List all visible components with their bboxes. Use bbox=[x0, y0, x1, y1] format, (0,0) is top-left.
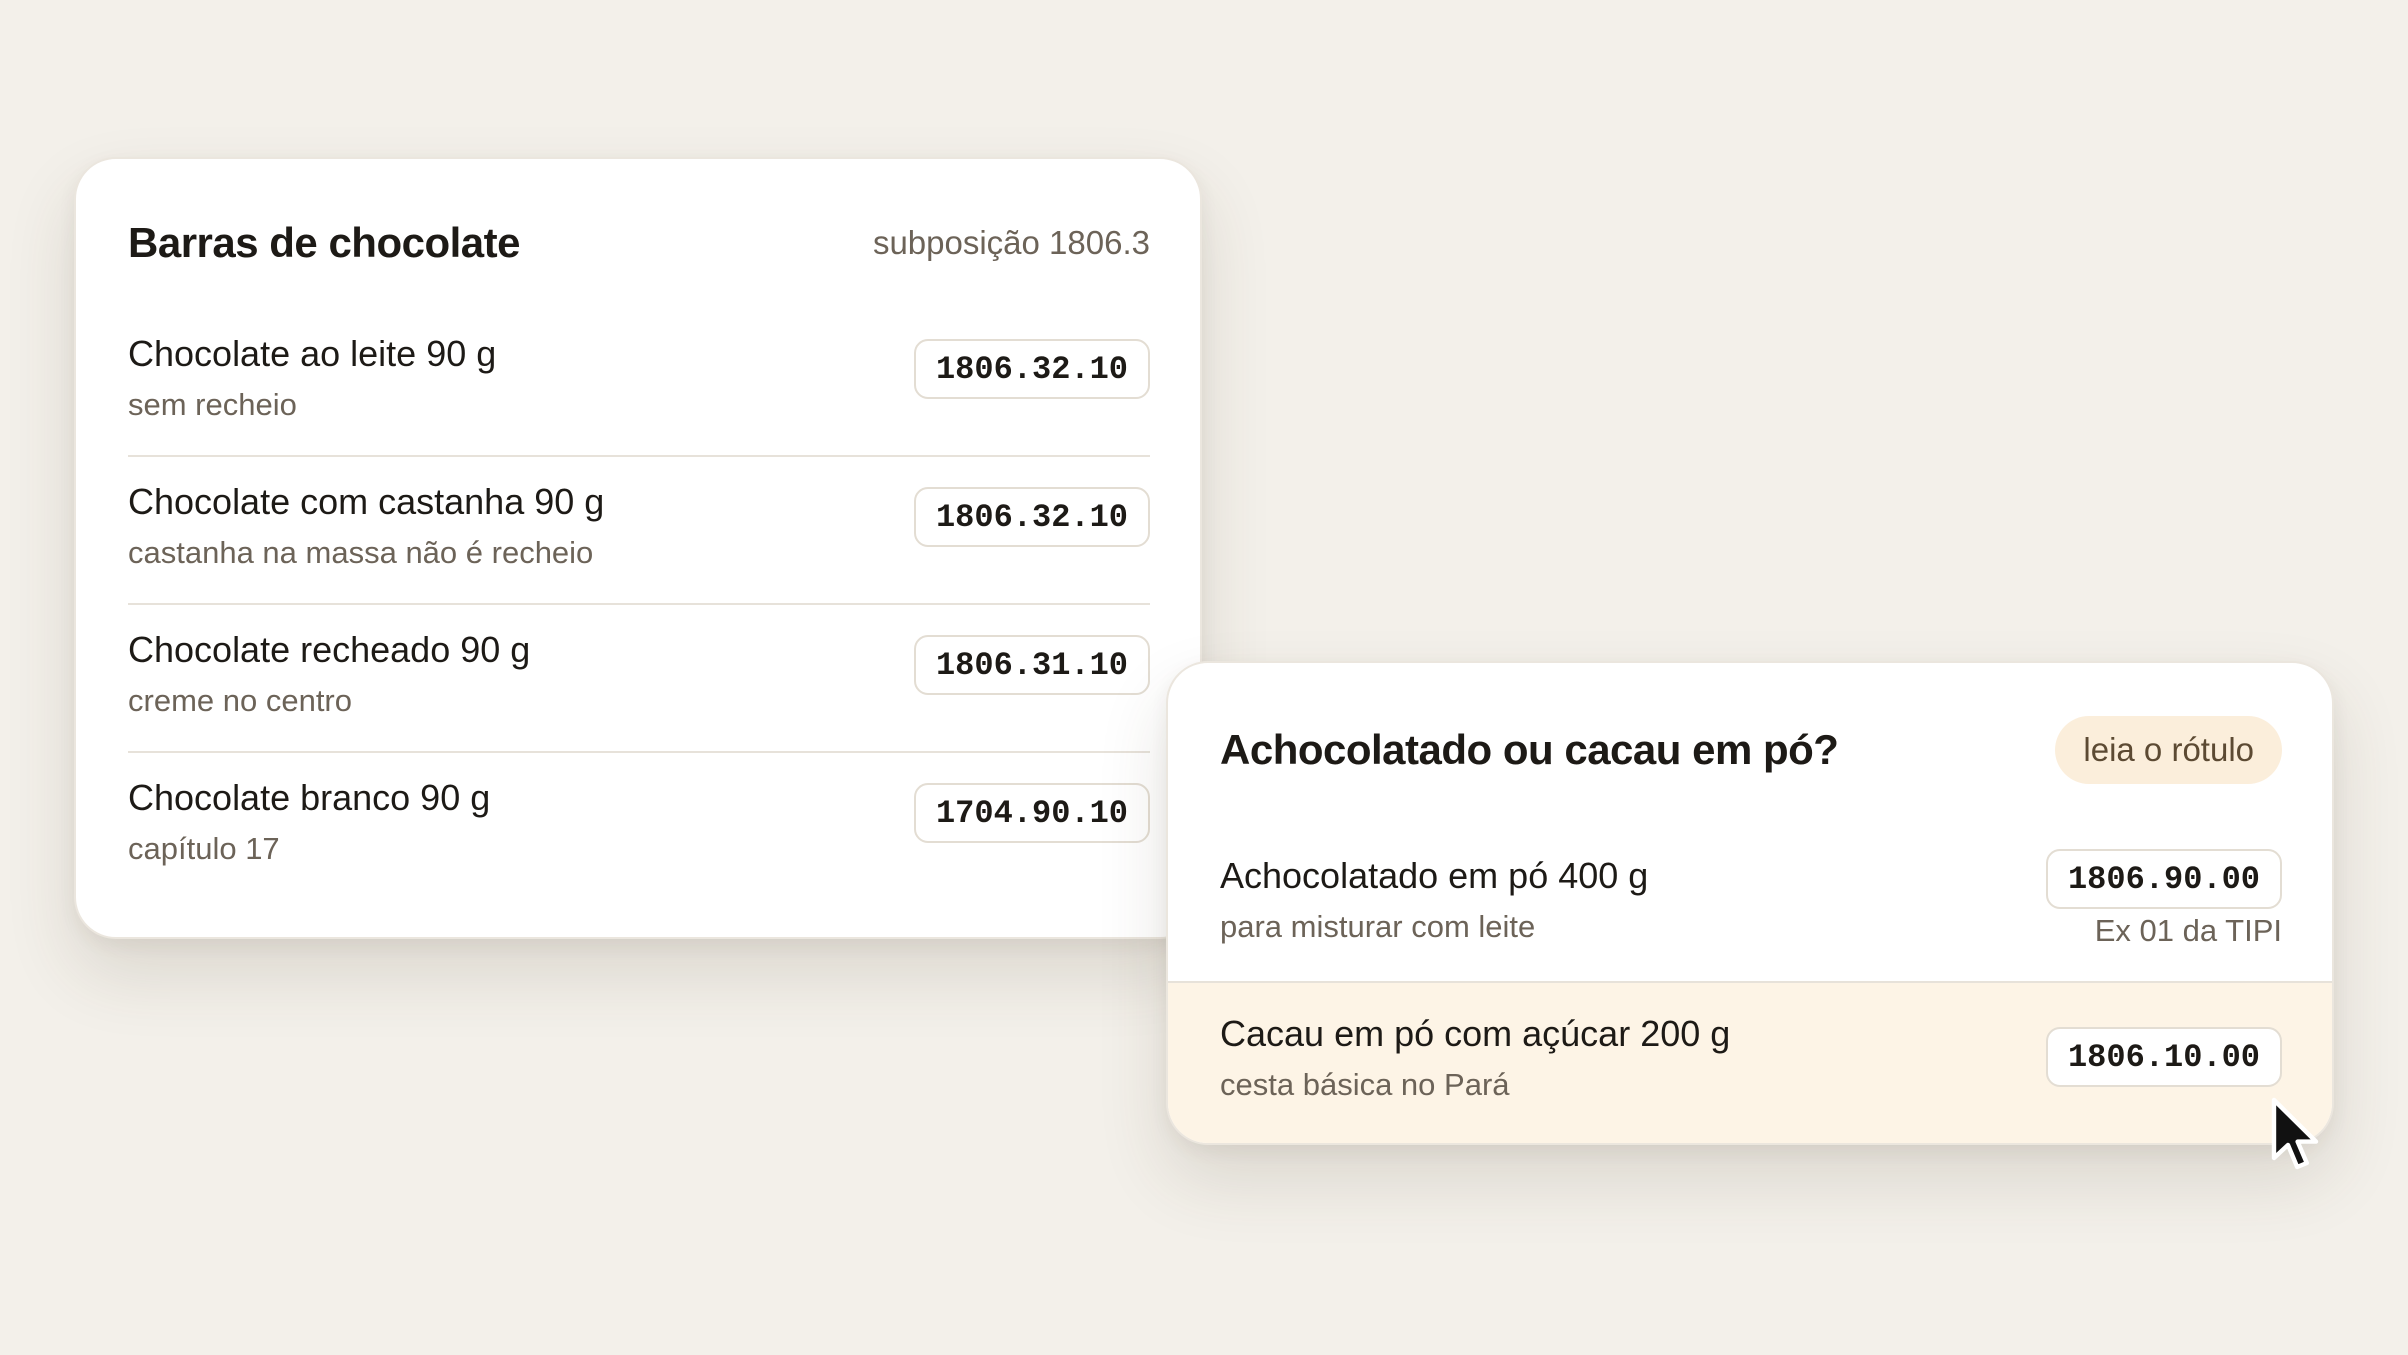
item-name: Cacau em pó com açúcar 200 g bbox=[1220, 1013, 1731, 1054]
chocolate-bars-card: Barras de chocolate subposição 1806.3 Ch… bbox=[74, 157, 1202, 939]
list-item[interactable]: Achocolatado em pó 400 g para misturar c… bbox=[1168, 823, 2332, 983]
cocoa-powder-card: Achocolatado ou cacau em pó? leia o rótu… bbox=[1166, 661, 2334, 1145]
ncm-code-badge[interactable]: 1806.31.10 bbox=[913, 635, 1150, 695]
item-note: creme no centro bbox=[128, 683, 352, 718]
list-item[interactable]: Chocolate com castanha 90 g castanha na … bbox=[128, 457, 1150, 605]
read-label-tag: leia o rótulo bbox=[2055, 716, 2282, 784]
powder-card-header: Achocolatado ou cacau em pó? leia o rótu… bbox=[1220, 715, 2282, 785]
item-name: Achocolatado em pó 400 g bbox=[1220, 855, 1649, 896]
item-name: Chocolate ao leite 90 g bbox=[128, 333, 497, 374]
item-note: castanha na massa não é recheio bbox=[128, 535, 594, 570]
bars-card-header: Barras de chocolate subposição 1806.3 bbox=[128, 213, 1150, 273]
ncm-code-badge[interactable]: 1806.32.10 bbox=[913, 487, 1150, 547]
item-note: cesta básica no Pará bbox=[1220, 1067, 1510, 1102]
item-note: capítulo 17 bbox=[128, 831, 280, 866]
item-note: para misturar com leite bbox=[1220, 909, 1536, 944]
ncm-code-badge[interactable]: 1806.32.10 bbox=[913, 339, 1150, 399]
mouse-pointer-icon bbox=[2271, 1097, 2319, 1170]
ncm-code-badge[interactable]: 1806.10.00 bbox=[2045, 1027, 2282, 1087]
bars-list: Chocolate ao leite 90 g sem recheio 1806… bbox=[128, 309, 1150, 901]
list-item-highlighted[interactable]: Cacau em pó com açúcar 200 g cesta básic… bbox=[1168, 983, 2332, 1143]
item-name: Chocolate branco 90 g bbox=[128, 777, 491, 818]
list-item[interactable]: Chocolate ao leite 90 g sem recheio 1806… bbox=[128, 309, 1150, 457]
powder-card-title: Achocolatado ou cacau em pó? bbox=[1220, 726, 1839, 773]
list-item[interactable]: Chocolate branco 90 g capítulo 17 1704.9… bbox=[128, 753, 1150, 901]
item-name: Chocolate com castanha 90 g bbox=[128, 481, 605, 522]
item-note: sem recheio bbox=[128, 387, 297, 422]
bars-card-subtitle: subposição 1806.3 bbox=[872, 224, 1150, 261]
tipi-exception-note: Ex 01 da TIPI bbox=[2094, 913, 2282, 948]
list-item[interactable]: Chocolate recheado 90 g creme no centro … bbox=[128, 605, 1150, 753]
ncm-code-badge[interactable]: 1806.90.00 bbox=[2045, 849, 2282, 909]
bars-card-title: Barras de chocolate bbox=[128, 219, 521, 266]
item-name: Chocolate recheado 90 g bbox=[128, 629, 531, 670]
ncm-code-badge[interactable]: 1704.90.10 bbox=[913, 783, 1150, 843]
